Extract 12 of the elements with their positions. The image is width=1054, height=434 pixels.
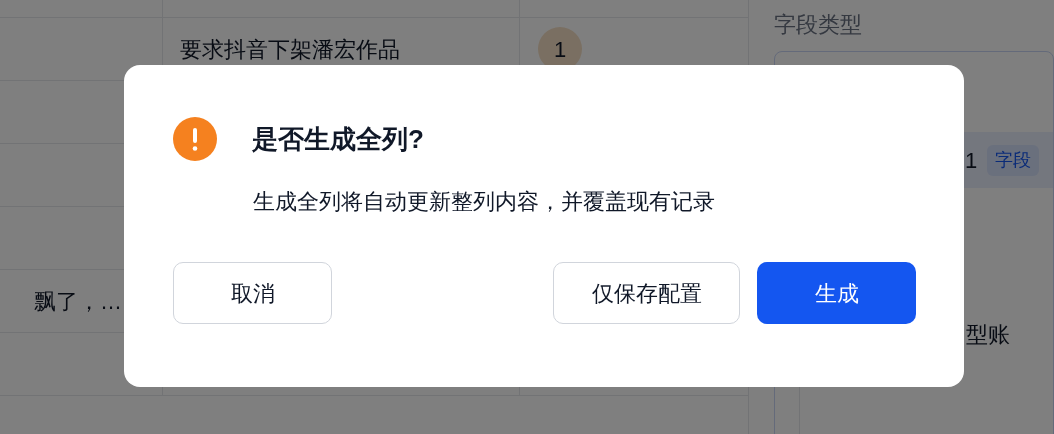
dialog-title: 是否生成全列? <box>252 122 424 156</box>
cell-text: 飘了，… <box>34 287 122 316</box>
tag: 字段 <box>987 144 1040 176</box>
item-number: 1 <box>965 146 978 175</box>
cell-text: 要求抖音下架潘宏作品 <box>180 35 400 64</box>
dialog-message: 生成全列将自动更新整列内容，并覆盖现有记录 <box>253 188 716 216</box>
cancel-button[interactable]: 取消 <box>173 262 332 324</box>
save-config-button[interactable]: 仅保存配置 <box>553 262 740 324</box>
field-label: 字段类型 <box>774 11 863 39</box>
generate-button[interactable]: 生成 <box>757 262 916 324</box>
item-text: 型账 <box>966 322 1010 347</box>
warning-icon <box>173 117 217 161</box>
